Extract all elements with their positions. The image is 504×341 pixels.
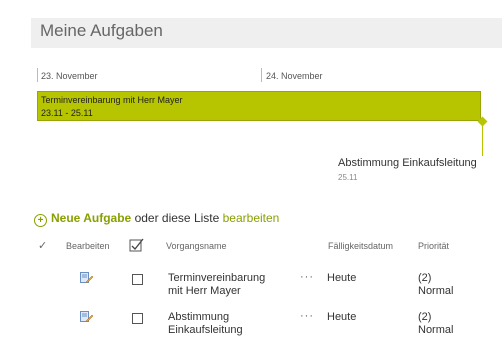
timeline-tick [261,68,262,82]
due-date: Heute [327,311,357,323]
milestone-diamond-icon[interactable] [477,116,488,127]
edit-item-icon[interactable] [80,272,93,284]
more-options-icon[interactable]: ··· [300,271,314,283]
new-task-line: + Neue Aufgabe oder diese Liste bearbeite… [34,211,279,227]
row-checkbox[interactable] [132,313,143,324]
more-options-icon[interactable]: ··· [300,310,314,322]
timeline-task-name: Terminvereinbarung mit Herr Mayer [41,95,183,105]
new-task-link[interactable]: Neue Aufgabe [51,211,131,225]
add-icon[interactable]: + [34,214,47,227]
priority: (2) Normal [418,272,454,297]
milestone-date: 25.11 [338,173,358,182]
milestone-line [482,126,483,156]
timeline-task-range: 23.11 - 25.11 [41,108,93,118]
timeline-tick [37,68,38,82]
timeline-date-2: 24. November [266,71,323,81]
column-header-name[interactable]: Vorgangsname [166,241,227,251]
priority: (2) Normal [418,311,454,336]
edit-item-icon[interactable] [80,311,93,323]
webpart-title-bar: Meine Aufgaben [31,18,502,48]
row-checkbox[interactable] [132,274,143,285]
new-task-middle-text: oder diese Liste [131,211,223,225]
edit-list-link[interactable]: bearbeiten [223,211,280,225]
task-name[interactable]: Terminvereinbarung mit Herr Mayer [168,272,265,298]
column-header-check[interactable]: ✓ [38,239,47,252]
select-all-checkbox-icon[interactable] [129,238,145,252]
page-title: Meine Aufgaben [40,21,163,40]
column-header-edit[interactable]: Bearbeiten [66,241,110,251]
timeline-date-1: 23. November [41,71,98,81]
milestone-callout[interactable]: Abstimmung Einkaufsleitung 25.11 [338,157,478,182]
task-name[interactable]: Abstimmung Einkaufsleitung [168,311,243,337]
column-header-priority[interactable]: Priorität [418,241,449,251]
timeline-task-bar[interactable]: Terminvereinbarung mit Herr Mayer 23.11 … [37,91,481,121]
column-header-due[interactable]: Fälligkeitsdatum [328,241,393,251]
milestone-name: Abstimmung Einkaufsleitung [338,157,477,169]
due-date: Heute [327,272,357,284]
